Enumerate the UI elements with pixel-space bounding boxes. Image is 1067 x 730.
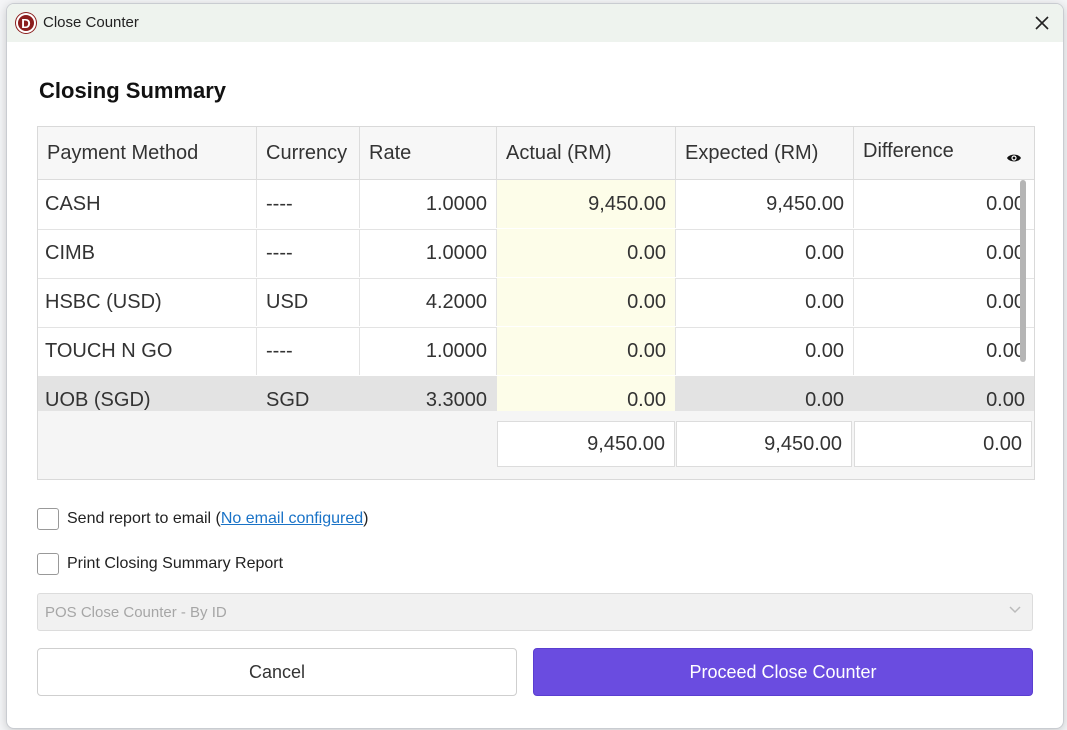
print-option: Print Closing Summary Report [37, 553, 283, 575]
print-report-label: Print Closing Summary Report [67, 555, 284, 572]
cell-payment-method: TOUCH N GO [38, 327, 257, 375]
cell-currency: ---- [257, 327, 360, 375]
cell-actual-input[interactable]: 9,450.00 [497, 180, 676, 228]
table-totals: 9,450.00 9,450.00 0.00 [38, 411, 1034, 479]
header-actual[interactable]: Actual (RM) [497, 127, 676, 179]
cancel-button[interactable]: Cancel [37, 648, 517, 696]
header-currency[interactable]: Currency [257, 127, 360, 179]
cell-currency: ---- [257, 180, 360, 228]
cell-rate: 4.2000 [360, 278, 497, 326]
eye-icon[interactable] [1006, 147, 1022, 170]
cell-difference: 0.00 [986, 241, 1025, 264]
cell-expected: 0.00 [676, 376, 854, 411]
cell-expected: 0.00 [676, 229, 854, 277]
cell-expected: 9,450.00 [676, 180, 854, 228]
cell-difference: 0.00 [986, 290, 1025, 313]
cell-rate: 1.0000 [360, 327, 497, 375]
cell-currency: SGD [257, 376, 360, 411]
table-row[interactable]: TOUCH N GO ---- 1.0000 0.00 0.00 0.00 [38, 327, 1034, 377]
send-email-label: Send report to email ( [67, 510, 221, 527]
page-title: Closing Summary [39, 78, 227, 103]
cell-payment-method: HSBC (USD) [38, 278, 257, 326]
close-icon [1035, 16, 1049, 30]
table-row[interactable]: CASH ---- 1.0000 9,450.00 9,450.00 0.00 [38, 180, 1034, 230]
table-row[interactable]: CIMB ---- 1.0000 0.00 0.00 0.00 [38, 229, 1034, 279]
send-email-checkbox[interactable] [37, 508, 59, 530]
table-header: Payment Method Currency Rate Actual (RM)… [38, 127, 1034, 180]
header-rate[interactable]: Rate [360, 127, 497, 179]
total-expected: 9,450.00 [676, 421, 852, 467]
cell-rate: 1.0000 [360, 180, 497, 228]
header-difference[interactable]: Difference [854, 127, 1034, 179]
cell-payment-method: CASH [38, 180, 257, 228]
proceed-close-counter-button[interactable]: Proceed Close Counter [533, 648, 1033, 696]
total-difference: 0.00 [854, 421, 1032, 467]
window-title: Close Counter [43, 14, 139, 31]
email-option: Send report to email ( No email configur… [37, 508, 368, 530]
cell-currency: USD [257, 278, 360, 326]
cell-actual-input[interactable]: 0.00 [497, 327, 676, 375]
cell-difference: 0.00 [986, 339, 1025, 362]
cell-payment-method: UOB (SGD) [38, 376, 257, 411]
table-body: CASH ---- 1.0000 9,450.00 9,450.00 0.00 … [38, 180, 1034, 411]
cell-rate: 1.0000 [360, 229, 497, 277]
title-bar: D Close Counter [7, 4, 1063, 42]
print-report-checkbox[interactable] [37, 553, 59, 575]
total-actual: 9,450.00 [497, 421, 675, 467]
report-template-value: POS Close Counter - By ID [45, 603, 227, 621]
close-button[interactable] [1029, 10, 1055, 36]
cell-actual-input[interactable]: 0.00 [497, 229, 676, 277]
cell-expected: 0.00 [676, 278, 854, 326]
cell-actual-input[interactable]: 0.00 [497, 376, 676, 411]
close-counter-dialog: D Close Counter Closing Summary Payment … [6, 3, 1064, 729]
report-template-select[interactable]: POS Close Counter - By ID [37, 593, 1033, 631]
header-expected[interactable]: Expected (RM) [676, 127, 854, 179]
summary-table: Payment Method Currency Rate Actual (RM)… [37, 126, 1035, 480]
cell-rate: 3.3000 [360, 376, 497, 411]
no-email-link[interactable]: No email configured [221, 510, 363, 528]
app-logo-icon: D [16, 13, 36, 33]
table-scrollbar[interactable] [1020, 180, 1026, 362]
cell-actual-input[interactable]: 0.00 [497, 278, 676, 326]
cell-currency: ---- [257, 229, 360, 277]
cell-difference: 0.00 [986, 388, 1025, 411]
cell-difference: 0.00 [986, 192, 1025, 215]
send-email-label-close: ) [363, 510, 369, 527]
chevron-down-icon [1009, 606, 1021, 614]
header-difference-label: Difference [863, 139, 954, 162]
cell-payment-method: CIMB [38, 229, 257, 277]
cell-expected: 0.00 [676, 327, 854, 375]
header-payment-method[interactable]: Payment Method [38, 127, 257, 179]
table-row[interactable]: HSBC (USD) USD 4.2000 0.00 0.00 0.00 [38, 278, 1034, 328]
table-row-selected[interactable]: UOB (SGD) SGD 3.3000 0.00 0.00 0.00 [38, 376, 1034, 411]
